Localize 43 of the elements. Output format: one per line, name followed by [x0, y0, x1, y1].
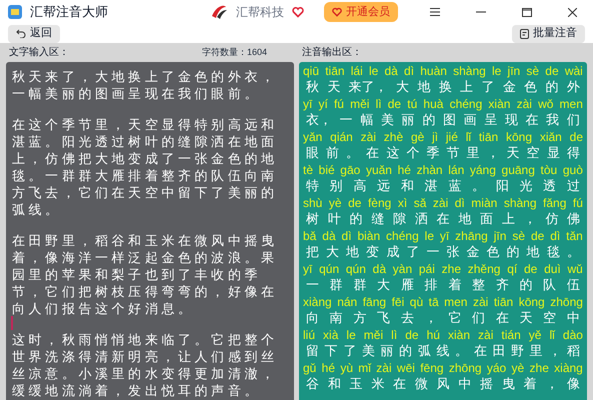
- pinyin-line: liú xià le měi lì de hú xiàn zài tián yě lǐ dào: [303, 328, 583, 343]
- hanzi-line: 眼 前 。 在 这 个 季 节 里 ， 天 空 显 得: [305, 145, 581, 161]
- brand-name: 汇帮科技: [236, 4, 284, 21]
- pinyin-line: yī qún qún dà yàn pái zhe zhěng qí de duì wǔ: [303, 262, 583, 277]
- paragraph: 这时，秋雨悄悄地来临了。它把整个 世界洗涤得清新明亮，让人们感到丝 丝凉意。小溪里的水变得更加清澈， 缓缓地流淌着，发出悦耳的声音。: [12, 331, 279, 399]
- undo-arrow-icon: [16, 29, 26, 38]
- pinyin-line: qiū tiān lái le dà dì huàn shàng le jīn sè de wài: [303, 64, 583, 79]
- maximize-icon[interactable]: [522, 8, 532, 16]
- character-count: 字符数量：1604: [202, 46, 268, 59]
- pinyin-line: gǔ hé yù mǐ zài wēi fēng zhōng yáo yè zhe xiàng: [303, 361, 583, 376]
- hanzi-line: 向 南 方 飞 去 ， 它 们 在 天 空 中: [305, 310, 581, 326]
- pinyin-line: tè bié gāo yuǎn hé zhàn lán yáng guāng tòu guò: [303, 163, 583, 178]
- window-title: 汇帮注音大师: [30, 3, 108, 22]
- hanzi-line: 秋 天 来了， 大 地 换 上 了 金 色 的 外: [305, 79, 581, 95]
- menu-icon[interactable]: [430, 8, 440, 16]
- pinyin-line: yī yí fú měi lì de tú huà chéng xiàn zài wǒ men: [303, 97, 583, 112]
- hanzi-line: 一 群 群 大 雁 排 着 整 齐 的 队 伍: [305, 277, 581, 293]
- app-logo-icon: [8, 5, 22, 19]
- input-area-label: 文字输入区：: [9, 46, 69, 60]
- minimize-icon[interactable]: [476, 11, 486, 13]
- paragraph: 在田野里，稻谷和玉米在微风中摇曳 着，像海洋一样泛起金色的波浪。果 园里的苹果和梨子也到了丰收的季 节，它们把树枝压得弯弯的，好像在 向人们报告这个好消息。: [12, 232, 279, 317]
- hanzi-line: 留 下 了 美 丽 的 弧 线 。 在 田 野 里 ， 稻: [305, 343, 581, 359]
- hanzi-line: 树 叶 的 缝 隙 洒 在 地 面 上 ， 仿 佛: [305, 211, 581, 227]
- heart-icon: [332, 7, 342, 17]
- output-area-label: 注音输出区：: [302, 46, 362, 60]
- hanzi-line: 特 别 高 远 和 湛 蓝 。 阳 光 透 过: [305, 178, 581, 194]
- brand-logo-icon: [210, 4, 228, 20]
- document-icon: [520, 28, 529, 38]
- batch-annotate-button[interactable]: 批量注音: [512, 24, 585, 42]
- text-input-area[interactable]: [6, 62, 294, 400]
- paragraph: 秋天来了，大地换上了金色的外衣， 一幅美丽的图画呈现在我们眼前。: [12, 68, 279, 102]
- hanzi-line: 把 大 地 变 成 了 一 张 金 色 的 地 毯 。: [305, 244, 581, 260]
- heart-icon: [292, 6, 304, 18]
- hanzi-line: 谷 和 玉 米 在 微 风 中 摇 曳 着 ， 像: [305, 376, 581, 392]
- pinyin-line: shù yè de fèng xì sǎ zài dì miàn shàng fǎng fú: [303, 196, 583, 211]
- pinyin-line: bǎ dà dì biàn chéng le yī zhāng jīn sè de dì tǎn: [303, 229, 583, 244]
- back-button[interactable]: 返回: [8, 24, 60, 42]
- pinyin-line: xiàng nán fāng fēi qù tā men zài tiān kōng zhōng: [303, 295, 583, 310]
- close-icon[interactable]: [568, 8, 577, 16]
- hanzi-line: 衣， 一 幅 美 丽 的 图 画 呈 现 在 我 们: [305, 112, 581, 128]
- text-cursor: [11, 316, 13, 330]
- paragraph: 在这个季节里，天空显得特别高远和 湛蓝。阳光透过树叶的缝隙洒在地面 上，仿佛把大地变成了一张金色的地 毯。一群群大雁排着整齐的队伍向南 方飞去，它们在天空中留下了美丽的 弧线。: [12, 116, 279, 218]
- pinyin-line: yǎn qián zài zhè gè jì jié lǐ tiān kōng xiǎn de: [303, 130, 583, 145]
